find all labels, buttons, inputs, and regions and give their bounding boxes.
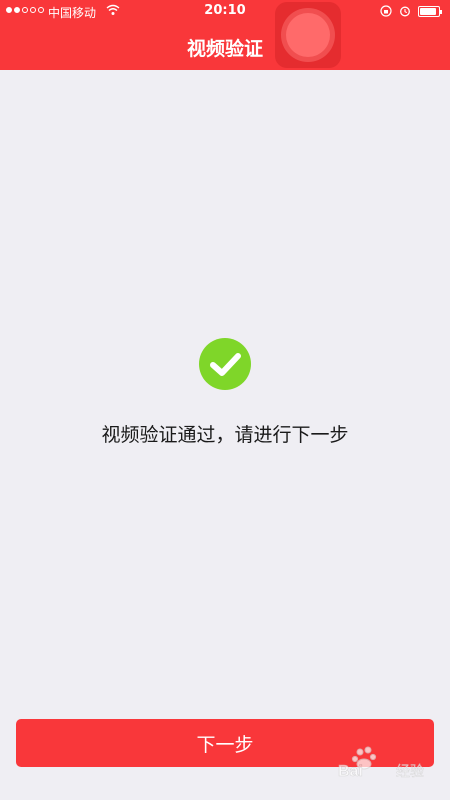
header-bar: 中国移动 20:10 视频验证: [0, 0, 450, 70]
record-icon: [286, 13, 330, 57]
orientation-lock-icon: [380, 5, 392, 17]
record-button[interactable]: [275, 2, 341, 68]
check-circle-icon: [199, 338, 251, 390]
status-bar: 中国移动 20:10: [0, 0, 450, 24]
success-message: 视频验证通过，请进行下一步: [101, 424, 349, 446]
alarm-icon: [400, 6, 410, 17]
page-title: 视频验证: [186, 38, 263, 60]
svg-text:经验: 经验: [396, 764, 424, 780]
battery-icon: [418, 6, 442, 17]
baidu-watermark-logo: Bai 经验: [338, 746, 424, 780]
svg-text:Bai: Bai: [338, 763, 363, 780]
